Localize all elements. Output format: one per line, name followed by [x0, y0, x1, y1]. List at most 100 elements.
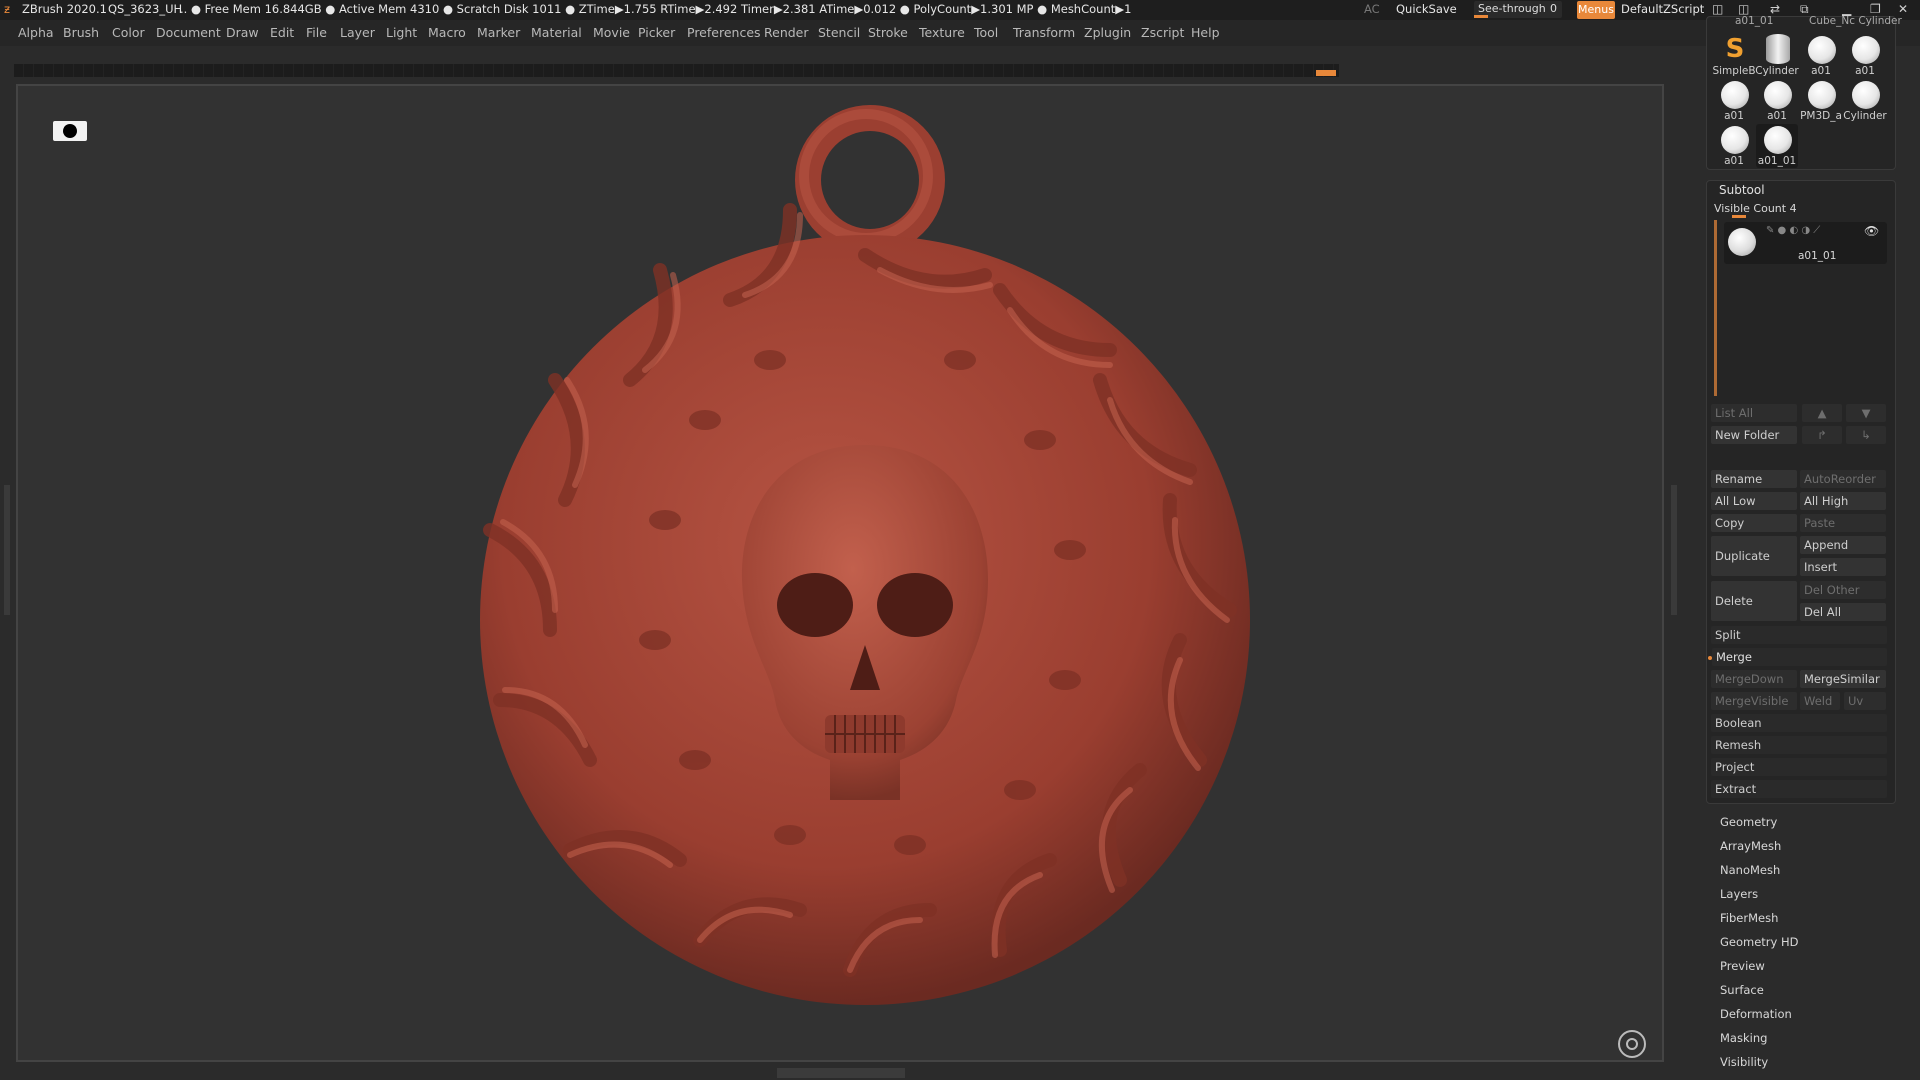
menu-file[interactable]: File: [306, 25, 327, 40]
remesh-button[interactable]: Remesh: [1711, 736, 1887, 754]
new-folder-button[interactable]: New Folder: [1711, 426, 1797, 444]
menu-movie[interactable]: Movie: [593, 25, 630, 40]
duplicate-button[interactable]: Duplicate: [1711, 536, 1797, 576]
camera-icon[interactable]: [53, 121, 87, 141]
minimize-icon[interactable]: ▁: [1842, 2, 1851, 16]
maximize-icon[interactable]: ❐: [1870, 2, 1881, 16]
tool-label: a01: [1855, 65, 1875, 77]
bottom-tray-handle[interactable]: [777, 1068, 905, 1078]
subtool-item[interactable]: a01_01 👁 ✎ ● ◐ ◑ ⟋: [1724, 222, 1887, 264]
tool-pm3d[interactable]: PM3D_a: [1800, 79, 1842, 123]
sculpt-model[interactable]: [480, 100, 1270, 1040]
quicksave-button[interactable]: QuickSave: [1396, 2, 1457, 16]
menu-zplugin[interactable]: Zplugin: [1084, 25, 1131, 40]
subtool-title[interactable]: Subtool: [1719, 183, 1765, 197]
tool-cylinder-alt[interactable]: Cylinder: [1843, 79, 1887, 123]
move-down-icon[interactable]: ▼: [1846, 404, 1886, 422]
seethrough-slider[interactable]: See-through 0: [1474, 1, 1562, 18]
insert-button[interactable]: Insert: [1800, 558, 1886, 576]
delete-button[interactable]: Delete: [1711, 581, 1797, 621]
menu-help[interactable]: Help: [1191, 25, 1220, 40]
menu-zscript[interactable]: Zscript: [1141, 25, 1184, 40]
split-button[interactable]: Split: [1711, 626, 1887, 644]
tool-a01[interactable]: a01: [1713, 79, 1755, 123]
extract-button[interactable]: Extract: [1711, 780, 1887, 798]
tool-a01[interactable]: a01: [1800, 34, 1842, 78]
masking-section[interactable]: Masking: [1720, 1031, 1767, 1045]
ui-options-icon[interactable]: ⧉: [1800, 2, 1809, 17]
tool-cylinder[interactable]: Cylinder: [1755, 34, 1799, 78]
merge-button[interactable]: Merge: [1712, 648, 1887, 666]
menu-texture[interactable]: Texture: [919, 25, 965, 40]
paste-button[interactable]: Paste: [1800, 514, 1886, 532]
menu-marker[interactable]: Marker: [477, 25, 520, 40]
close-icon[interactable]: ✕: [1898, 2, 1908, 16]
append-button[interactable]: Append: [1800, 536, 1886, 554]
list-all-button[interactable]: List All: [1711, 404, 1797, 422]
folder-down-icon[interactable]: ↳: [1846, 426, 1886, 444]
ac-toggle[interactable]: AC: [1364, 2, 1380, 16]
menu-edit[interactable]: Edit: [270, 25, 294, 40]
menu-alpha[interactable]: Alpha: [18, 25, 54, 40]
del-all-button[interactable]: Del All: [1800, 603, 1886, 621]
right-tray-handle[interactable]: [1671, 485, 1677, 615]
tool-a01[interactable]: a01: [1713, 124, 1755, 168]
boolean-button[interactable]: Boolean: [1711, 714, 1887, 732]
menu-macro[interactable]: Macro: [428, 25, 466, 40]
geometry-hd-section[interactable]: Geometry HD: [1720, 935, 1799, 949]
menu-transform[interactable]: Transform: [1013, 25, 1075, 40]
menu-draw[interactable]: Draw: [226, 25, 259, 40]
left-tray-handle[interactable]: [4, 485, 10, 615]
folder-up-icon[interactable]: ↱: [1802, 426, 1842, 444]
menu-stroke[interactable]: Stroke: [868, 25, 908, 40]
tool-a01[interactable]: a01: [1844, 34, 1886, 78]
mergesimilar-button[interactable]: MergeSimilar: [1800, 670, 1886, 688]
menu-material[interactable]: Material: [531, 25, 582, 40]
mergevisible-button[interactable]: MergeVisible: [1711, 692, 1797, 710]
all-low-button[interactable]: All Low: [1711, 492, 1797, 510]
rename-button[interactable]: Rename: [1711, 470, 1797, 488]
copy-button[interactable]: Copy: [1711, 514, 1797, 532]
mergedown-button[interactable]: MergeDown: [1711, 670, 1797, 688]
ui-swap-icon[interactable]: ⇄: [1770, 2, 1780, 16]
menu-tool[interactable]: Tool: [974, 25, 998, 40]
autoreorder-button[interactable]: AutoReorder: [1800, 470, 1886, 488]
default-zscript-button[interactable]: DefaultZScript: [1621, 2, 1704, 16]
visibility-section[interactable]: Visibility: [1720, 1055, 1768, 1069]
nanomesh-section[interactable]: NanoMesh: [1720, 863, 1780, 877]
subtool-scrollbar[interactable]: [1714, 220, 1717, 396]
eye-icon[interactable]: 👁: [1864, 224, 1879, 238]
fibermesh-section[interactable]: FiberMesh: [1720, 911, 1778, 925]
menu-color[interactable]: Color: [112, 25, 145, 40]
tool-simplebrush[interactable]: S SimpleB: [1712, 34, 1755, 78]
visible-count-slider-fill[interactable]: [1732, 215, 1746, 218]
surface-section[interactable]: Surface: [1720, 983, 1764, 997]
menu-document[interactable]: Document: [156, 25, 221, 40]
menu-light[interactable]: Light: [386, 25, 417, 40]
uv-toggle[interactable]: Uv: [1844, 692, 1886, 710]
weld-toggle[interactable]: Weld: [1800, 692, 1840, 710]
menus-toggle[interactable]: Menus: [1577, 1, 1615, 19]
orientation-gizmo-icon[interactable]: [1618, 1030, 1646, 1058]
geometry-section[interactable]: Geometry: [1720, 815, 1777, 829]
layout-icon[interactable]: ◫: [1712, 2, 1723, 16]
project-button[interactable]: Project: [1711, 758, 1887, 776]
del-other-button[interactable]: Del Other: [1800, 581, 1886, 599]
preview-section[interactable]: Preview: [1720, 959, 1765, 973]
menu-render[interactable]: Render: [764, 25, 809, 40]
menu-layer[interactable]: Layer: [340, 25, 375, 40]
arraymesh-section[interactable]: ArrayMesh: [1720, 839, 1781, 853]
all-high-button[interactable]: All High: [1800, 492, 1886, 510]
tool-a01[interactable]: a01: [1756, 79, 1798, 123]
deformation-section[interactable]: Deformation: [1720, 1007, 1792, 1021]
menu-brush[interactable]: Brush: [63, 25, 99, 40]
layers-section[interactable]: Layers: [1720, 887, 1758, 901]
shelf-strip-marker[interactable]: [1316, 70, 1336, 76]
move-up-icon[interactable]: ▲: [1802, 404, 1842, 422]
menu-stencil[interactable]: Stencil: [818, 25, 860, 40]
tool-a01-01-selected[interactable]: a01_01: [1756, 124, 1798, 168]
layout-alt-icon[interactable]: ◫: [1738, 2, 1749, 16]
menu-preferences[interactable]: Preferences: [687, 25, 761, 40]
subtool-options-icon[interactable]: ✎ ● ◐ ◑ ⟋: [1766, 225, 1820, 236]
menu-picker[interactable]: Picker: [638, 25, 675, 40]
